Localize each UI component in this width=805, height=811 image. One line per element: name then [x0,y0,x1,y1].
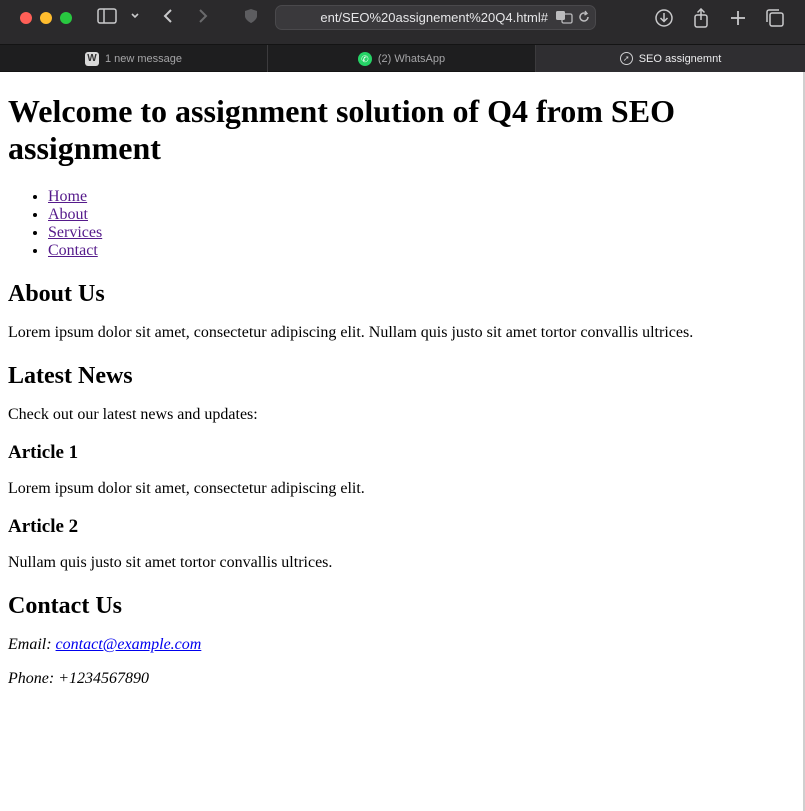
address-bar[interactable]: ent/SEO%20assignement%20Q4.html# [275,5,596,30]
page-content: Welcome to assignment solution of Q4 fro… [8,72,798,688]
news-heading: Latest News [8,363,133,389]
back-icon[interactable] [162,8,174,28]
nav-item-home: Home [48,188,798,206]
whatsapp-icon: ✆ [357,51,372,66]
forward-icon[interactable] [197,8,209,28]
about-text: Lorem ipsum dolor sit amet, consectetur … [8,324,694,341]
nav-item-about: About [48,206,798,224]
minimize-window-button[interactable] [40,12,52,24]
download-icon[interactable] [654,8,674,28]
share-icon[interactable] [692,7,710,28]
new-tab-icon[interactable] [729,8,747,28]
nav-link-contact[interactable]: Contact [48,242,98,259]
close-window-button[interactable] [20,12,32,24]
tab-overview-icon[interactable] [765,8,785,28]
article-2-title: Article 2 [8,516,79,537]
tab-wordpress[interactable]: W 1 new message [0,45,268,72]
article-1-title: Article 1 [8,442,79,463]
nav-link-home[interactable]: Home [48,188,87,205]
page-title: Welcome to assignment solution of Q4 fro… [8,93,675,166]
nav-link-services[interactable]: Services [48,224,102,241]
tab-label: SEO assignemnt [638,52,722,65]
chevron-down-icon[interactable] [130,8,140,28]
address-text[interactable]: ent/SEO%20assignement%20Q4.html# [286,10,548,25]
wordpress-icon: W [84,51,99,66]
browser-toolbar: ent/SEO%20assignement%20Q4.html# [0,0,805,44]
nav-link-about[interactable]: About [48,206,88,223]
contact-heading: Contact Us [8,593,122,619]
about-heading: About Us [8,281,105,307]
email-label: Email: [8,636,52,653]
email-link[interactable]: contact@example.com [56,636,202,653]
nav-item-services: Services [48,224,798,242]
tab-bar: W 1 new message ✆ (2) WhatsApp ➚ SEO ass… [0,44,805,72]
zoom-window-button[interactable] [60,12,72,24]
reload-icon[interactable] [577,9,591,30]
tab-seo-assignment[interactable]: ➚ SEO assignemnt [536,45,805,72]
tab-whatsapp[interactable]: ✆ (2) WhatsApp [268,45,536,72]
nav-item-contact: Contact [48,242,798,260]
nav-list: Home About Services Contact [8,188,798,260]
contact-phone: Phone: +1234567890 [8,670,149,687]
compass-icon: ➚ [619,52,633,65]
tab-label: 1 new message [104,52,183,65]
contact-email: Email: contact@example.com [8,636,798,654]
article-2-text: Nullam quis justo sit amet tortor conval… [8,554,333,571]
tab-label: (2) WhatsApp [377,52,446,65]
article-1-text: Lorem ipsum dolor sit amet, consectetur … [8,480,365,497]
translate-icon[interactable] [555,9,573,30]
shield-icon[interactable] [244,8,258,28]
news-intro: Check out our latest news and updates: [8,406,258,423]
sidebar-toggle-icon[interactable] [97,8,117,28]
